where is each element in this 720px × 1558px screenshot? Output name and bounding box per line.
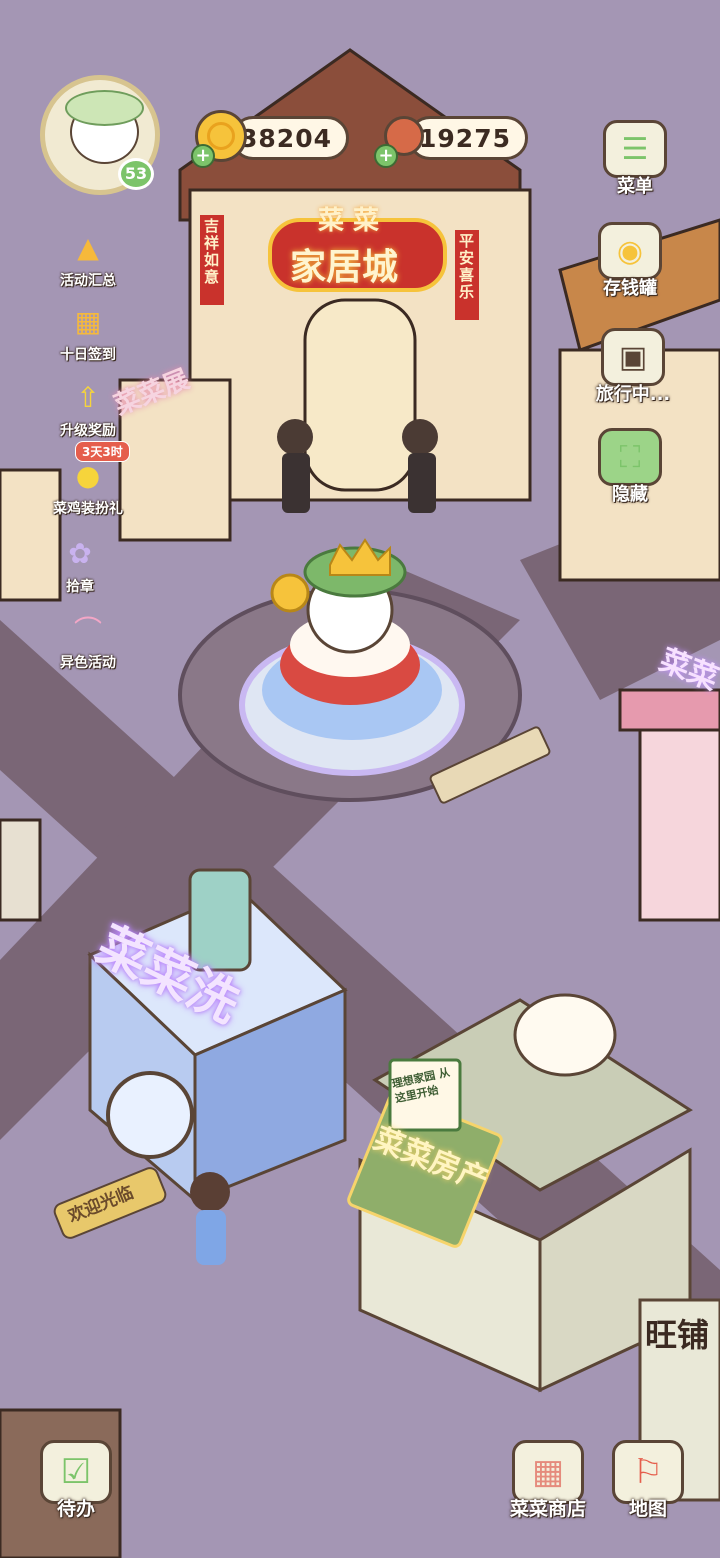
greeter-right-body <box>408 453 436 513</box>
mall-top-sign: 菜 菜 <box>318 206 380 236</box>
upgrade-reward-icon: ⇧ <box>76 380 100 414</box>
todo-label: 待办 <box>56 1498 95 1520</box>
level-badge: 53 <box>118 158 154 190</box>
rainbow-event-label: 异色活动 <box>60 655 116 671</box>
travel-label: 旅行中... <box>595 384 671 405</box>
girl-body <box>196 1210 226 1265</box>
upgrade-reward-button[interactable]: ⇧ 升级奖励 <box>43 372 133 440</box>
checkin-label: 十日签到 <box>60 347 116 363</box>
meat-counter[interactable]: 19275 + <box>374 110 533 168</box>
corner-shop-sign: 旺铺 <box>645 1316 710 1354</box>
piggy-bank-icon: ◉ <box>598 222 662 280</box>
piggy-bank-label: 存钱罐 <box>603 278 657 299</box>
shop-label: 菜菜商店 <box>510 1498 587 1520</box>
washer-door <box>106 1071 194 1159</box>
event-summary-label: 活动汇总 <box>60 273 116 289</box>
girl-head <box>190 1172 230 1212</box>
add-coin-button[interactable]: + <box>191 144 215 168</box>
dressup-gift-label: 菜鸡装扮礼 <box>53 501 123 517</box>
add-meat-button[interactable]: + <box>374 144 398 168</box>
level-number: 53 <box>124 164 148 183</box>
piggy-bank-button[interactable]: ◉ 存钱罐 <box>580 222 680 300</box>
menu-button[interactable]: ☰ 菜单 <box>585 120 685 198</box>
dressup-timer-badge: 3天3时 <box>75 441 130 462</box>
realty-mascot <box>513 993 617 1077</box>
coin-counter[interactable]: 38204 + <box>191 110 355 168</box>
event-summary-button[interactable]: ▲ 活动汇总 <box>43 222 133 290</box>
shop-button[interactable]: ▦ 菜菜商店 <box>510 1440 586 1521</box>
travel-button[interactable]: ▣ 旅行中... <box>583 328 683 406</box>
event-summary-icon: ▲ <box>77 230 99 264</box>
rainbow-event-button[interactable]: ⌒ 异色活动 <box>43 604 133 672</box>
mall-main-sign: 家居城 <box>290 247 399 288</box>
upgrade-reward-label: 升级奖励 <box>60 423 116 439</box>
badge-collect-icon: ✿ <box>68 536 92 570</box>
greeter-left <box>277 419 313 455</box>
badge-collect-label: 拾章 <box>66 579 94 595</box>
right-store-body <box>638 698 720 922</box>
menu-label: 菜单 <box>617 176 653 197</box>
hide-icon: ⛶ <box>598 428 662 486</box>
avatar-leaves <box>65 90 144 126</box>
todo-button[interactable]: ☑ 待办 <box>40 1440 112 1521</box>
plaza-coin <box>270 573 310 613</box>
checkin-button[interactable]: ▦ 十日签到 <box>43 296 133 364</box>
mall-left-banner: 吉祥如意 <box>204 217 220 286</box>
left-lower-building <box>0 818 42 922</box>
mall-right-banner: 平安喜乐 <box>459 232 475 301</box>
hide-label: 隐藏 <box>612 484 648 505</box>
camera-icon: ▣ <box>601 328 665 386</box>
coin-amount: 38204 <box>240 123 332 153</box>
greeter-left-body <box>282 453 310 513</box>
meat-amount: 19275 <box>419 123 511 153</box>
mall-door <box>303 298 417 492</box>
menu-icon: ☰ <box>603 120 667 178</box>
greeter-right <box>402 419 438 455</box>
map-button[interactable]: ⚐ 地图 <box>612 1440 684 1521</box>
map-label: 地图 <box>628 1498 667 1520</box>
checkin-calendar-icon: ▦ <box>74 304 102 338</box>
rainbow-event-icon: ⌒ <box>73 614 102 647</box>
hide-button[interactable]: ⛶ 隐藏 <box>580 428 680 506</box>
badge-collect-button[interactable]: ✿ 拾章 <box>35 528 125 596</box>
